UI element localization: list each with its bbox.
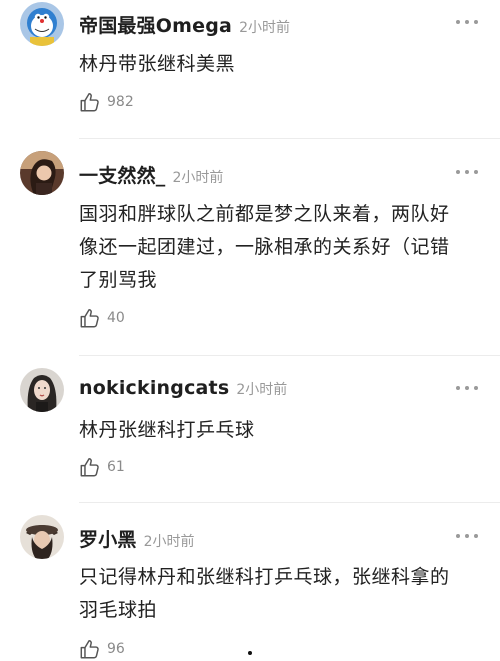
scroll-indicator-dot bbox=[248, 651, 252, 655]
comment-username[interactable]: 帝国最强Omega 2小时前 bbox=[79, 11, 290, 38]
like-count: 96 bbox=[107, 641, 125, 657]
divider bbox=[79, 502, 500, 503]
comment-time: 2小时前 bbox=[236, 382, 288, 398]
comment-text-line: 林丹带张继科美黑 bbox=[79, 53, 236, 75]
comment-text-line: 了别骂我 bbox=[79, 269, 158, 291]
like-count: 61 bbox=[107, 459, 125, 475]
comment-text: 林丹张继科打乒乓球 bbox=[79, 414, 489, 447]
like-button[interactable]: 96 bbox=[79, 637, 125, 661]
thumbs-up-icon bbox=[80, 458, 99, 477]
like-button[interactable]: 982 bbox=[79, 90, 134, 114]
comment-username[interactable]: 罗小黑 2小时前 bbox=[79, 525, 195, 552]
username-text[interactable]: 帝国最强Omega bbox=[79, 15, 232, 37]
avatar[interactable] bbox=[20, 368, 64, 412]
avatar[interactable] bbox=[20, 515, 64, 559]
thumbs-up-icon bbox=[80, 309, 99, 328]
comment-username[interactable]: 一支然然_ 2小时前 bbox=[79, 161, 223, 188]
thumbs-up-icon bbox=[80, 93, 99, 112]
comment-time: 2小时前 bbox=[143, 534, 195, 550]
thumbs-up-icon bbox=[80, 640, 99, 659]
comment-text-line: 国羽和胖球队之前都是梦之队来着，两队好 bbox=[79, 203, 450, 225]
more-dots-icon[interactable] bbox=[456, 532, 478, 540]
comment-time: 2小时前 bbox=[172, 170, 224, 186]
comment-text: 只记得林丹和张继科打乒乓球，张继科拿的 羽毛球拍 bbox=[79, 561, 489, 627]
avatar[interactable] bbox=[20, 2, 64, 46]
like-button[interactable]: 61 bbox=[79, 455, 125, 479]
comment-time: 2小时前 bbox=[239, 20, 290, 36]
username-text[interactable]: nokickingcats bbox=[79, 377, 229, 399]
like-count: 40 bbox=[107, 310, 125, 326]
comment-username[interactable]: nokickingcats 2小时前 bbox=[79, 377, 287, 399]
comment-text-line: 羽毛球拍 bbox=[79, 599, 158, 621]
username-text[interactable]: 一支然然_ bbox=[79, 165, 166, 187]
more-dots-icon[interactable] bbox=[456, 384, 478, 392]
like-button[interactable]: 40 bbox=[79, 306, 125, 330]
comment-text-line: 林丹张继科打乒乓球 bbox=[79, 419, 255, 441]
comment-text-line: 像还一起团建过，一脉相承的关系好（记错 bbox=[79, 236, 450, 258]
comment-text-line: 只记得林丹和张继科打乒乓球，张继科拿的 bbox=[79, 566, 450, 588]
divider bbox=[79, 355, 500, 356]
username-text[interactable]: 罗小黑 bbox=[79, 529, 137, 551]
comment-text: 国羽和胖球队之前都是梦之队来着，两队好 像还一起团建过，一脉相承的关系好（记错 … bbox=[79, 198, 489, 297]
comment-text: 林丹带张继科美黑 bbox=[79, 48, 489, 81]
avatar[interactable] bbox=[20, 151, 64, 195]
like-count: 982 bbox=[107, 94, 134, 110]
more-dots-icon[interactable] bbox=[456, 168, 478, 176]
divider bbox=[79, 138, 500, 139]
more-dots-icon[interactable] bbox=[456, 18, 478, 26]
